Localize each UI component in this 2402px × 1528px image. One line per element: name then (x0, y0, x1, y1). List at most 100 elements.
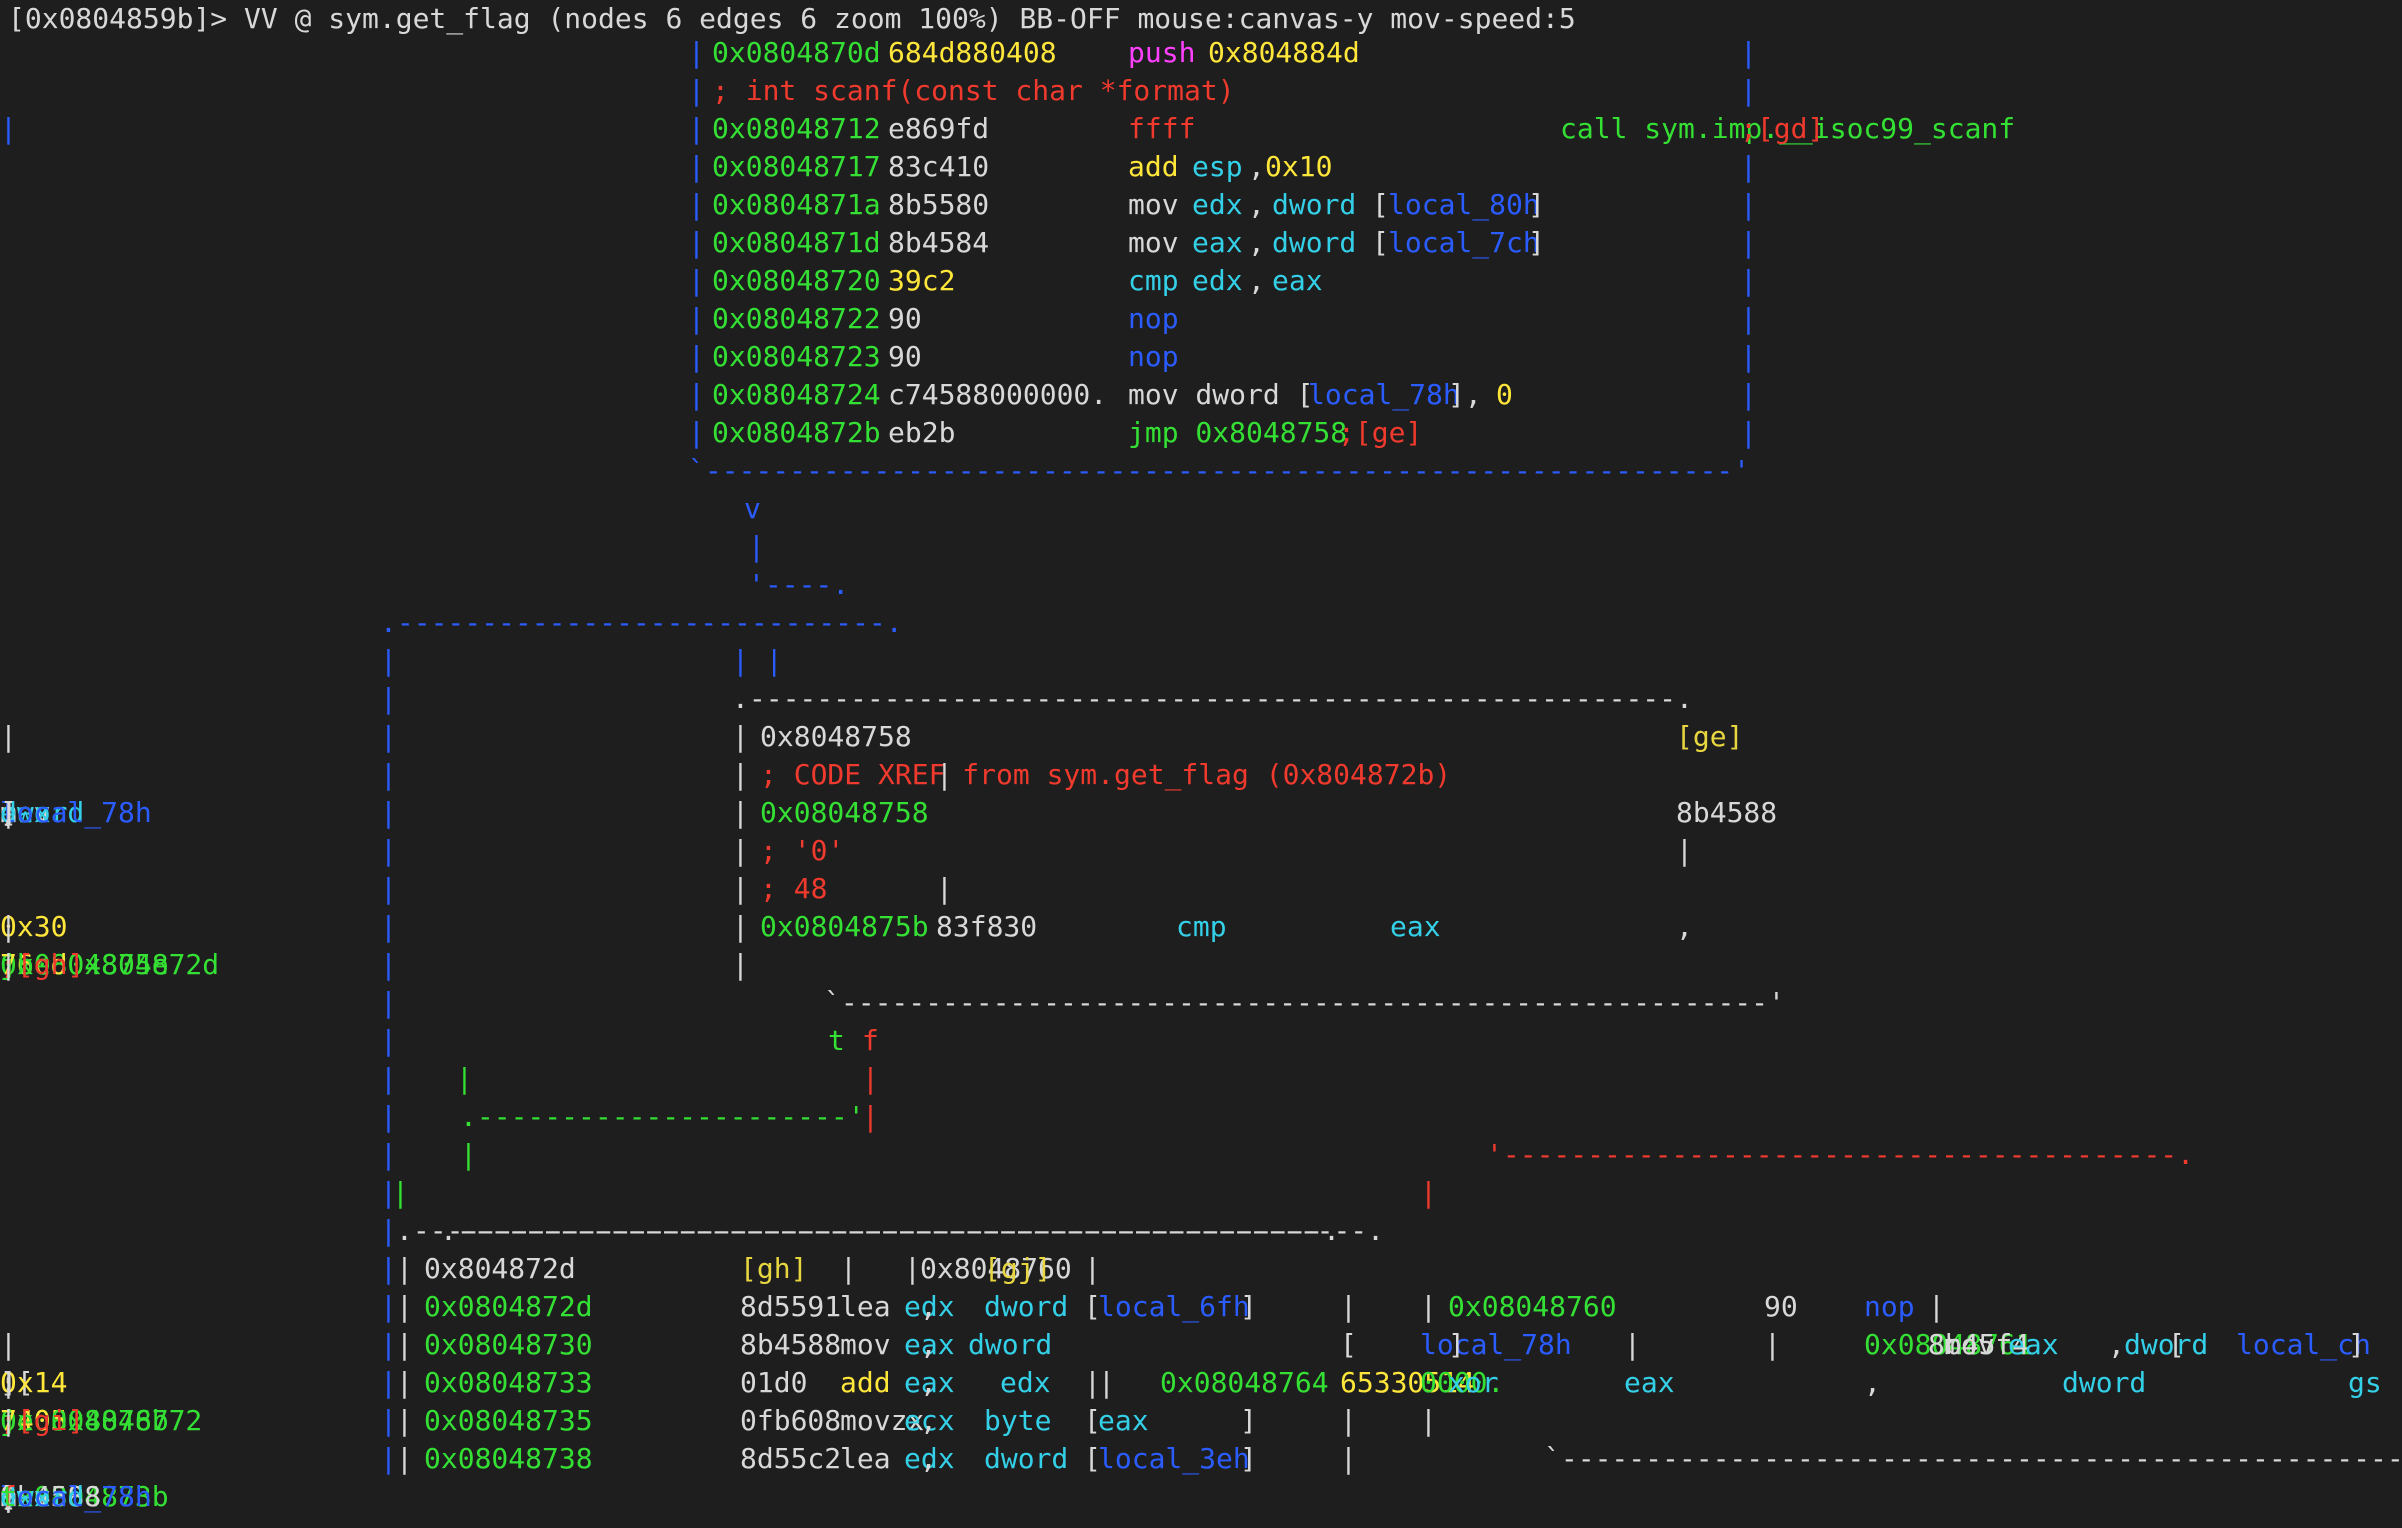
graph-edge: | (380, 910, 397, 943)
asm-token: [ (1372, 226, 1389, 259)
asm-token: , (1248, 188, 1265, 221)
graph-edge: | (1740, 188, 1757, 221)
graph-edge: | (0, 910, 17, 943)
graph-edge: | (688, 188, 705, 221)
graph-edge: | (396, 1252, 413, 1285)
graph-edge: | (1764, 1328, 1781, 1361)
asm-token: xor (1448, 1366, 1499, 1399)
graph-edge: | (0, 112, 17, 145)
graph-edge: | (688, 340, 705, 373)
asm-token: dword (2062, 1366, 2147, 1399)
instruction-address: 0x08048720 (712, 264, 881, 297)
block-label-tag: [ge] (1676, 720, 1744, 753)
instruction-address: 0x08048760 (1448, 1290, 1617, 1323)
asm-token: eax (2008, 1328, 2059, 1361)
asm-token: ] (2348, 1328, 2365, 1361)
asm-token: eb2b (888, 416, 956, 449)
asm-token: , (1248, 150, 1265, 183)
asm-token: eax (1192, 226, 1243, 259)
instruction-address: 0x08048724 (712, 378, 881, 411)
asm-token: 39c2 (888, 264, 956, 297)
asm-token: eax (1390, 910, 1441, 943)
asm-token: 90 (1764, 1290, 1798, 1323)
asm-token: c74588000000. (888, 378, 1108, 411)
graph-edge: | (0, 1328, 17, 1361)
graph-edge: | (1740, 264, 1757, 297)
graph-edge: | (460, 1138, 477, 1171)
graph-edge: | (396, 1328, 413, 1361)
asm-token: lea (840, 1290, 891, 1323)
comment: ; CODE XREF from sym.get_flag (0x804872b… (760, 758, 1452, 791)
asm-token: add (1128, 150, 1179, 183)
instruction-address: 0x08048738 (424, 1442, 593, 1475)
graph-edge: | (1084, 1252, 1101, 1285)
graph-edge: | (732, 796, 749, 829)
asm-token: mov (840, 1328, 891, 1361)
graph-edge: | (380, 1138, 397, 1171)
graph-edge: | (380, 1328, 397, 1361)
graph-edge: | (1740, 302, 1757, 335)
asm-token: ] (1528, 188, 1545, 221)
graph-edge: | (396, 1290, 413, 1323)
instruction-address: 0x08048730 (424, 1328, 593, 1361)
asm-token: ] (1240, 1404, 1257, 1437)
graph-edge: | (1420, 1176, 1437, 1209)
instruction-address: 0x08048712 (712, 112, 881, 145)
asm-token: dword (984, 1442, 1069, 1475)
graph-edge: | (1740, 378, 1757, 411)
graph-edge: | (732, 872, 749, 905)
graph-edge: .----------------------' (460, 1100, 865, 1133)
asm-token: add (840, 1366, 891, 1399)
block-label-address: 0x8048758 (760, 720, 912, 753)
asm-token: 90 (888, 340, 922, 373)
instruction-address: 0x0804875b (760, 910, 929, 943)
asm-token: nop (1128, 340, 1179, 373)
comment: ;[ge] (1338, 416, 1423, 449)
graph-edge: | (380, 796, 397, 829)
block-label-address: 0x804884d (1208, 36, 1360, 69)
asm-token: eax (1098, 1404, 1149, 1437)
graph-edge: | (380, 834, 397, 867)
graph-edge: | (380, 1442, 397, 1475)
graph-edge: | (1740, 74, 1757, 107)
asm-token: local_78h (1420, 1328, 1572, 1361)
asm-token: ] (1448, 1328, 1465, 1361)
asm-token: [ (1372, 188, 1389, 221)
graph-edge: | (732, 720, 749, 753)
asm-token: 0x10 (1265, 150, 1333, 183)
block-label-address: 0x804872d (424, 1252, 576, 1285)
asm-token: , (1248, 226, 1265, 259)
asm-token: 0 (1496, 378, 1513, 411)
graph-edge: | (1340, 1290, 1357, 1323)
asm-token: , (1248, 264, 1265, 297)
graph-edge: .-----------------------------. (380, 606, 903, 639)
graph-edge: | (392, 1176, 409, 1209)
graph-edge: | (732, 758, 749, 791)
asm-token: ] (1528, 226, 1545, 259)
radare2-graph-view[interactable]: [0x0804859b]> VV @ sym.get_flag (nodes 6… (0, 0, 2402, 1528)
graph-edge: | (1676, 834, 1693, 867)
status-bar: [0x0804859b]> VV @ sym.get_flag (nodes 6… (0, 0, 1576, 38)
instruction-address: 0x08048723 (712, 340, 881, 373)
graph-edge: | (1098, 1366, 1115, 1399)
graph-edge: | (688, 226, 705, 259)
asm-token: dword (1272, 226, 1357, 259)
graph-edge: | (748, 530, 765, 563)
instruction-address: 0x0804872b (712, 416, 881, 449)
graph-edge: | (380, 1214, 397, 1247)
graph-edge: | (688, 36, 705, 69)
graph-edge: | (1420, 1404, 1437, 1437)
graph-edge: | (1740, 416, 1757, 449)
asm-token: , (920, 1404, 937, 1437)
graph-edge: | (380, 1252, 397, 1285)
asm-token: mov (1128, 226, 1179, 259)
asm-token: 01d0 (740, 1366, 808, 1399)
graph-edge: | (904, 1252, 921, 1285)
asm-token: 684d880408 (888, 36, 1057, 69)
asm-token: byte (984, 1404, 1052, 1437)
asm-token: , (920, 1328, 937, 1361)
graph-edge: | (380, 644, 397, 677)
graph-edge: | (380, 720, 397, 753)
asm-token: mov (1944, 1328, 1995, 1361)
asm-token: dword (1272, 188, 1357, 221)
